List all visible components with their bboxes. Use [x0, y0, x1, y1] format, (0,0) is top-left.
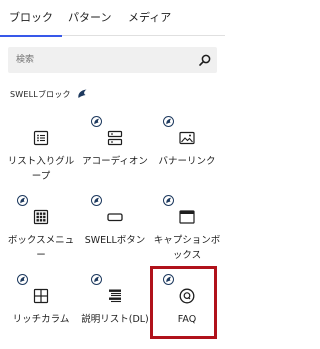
swell-badge-icon	[163, 195, 174, 206]
swell-badge-icon	[91, 116, 102, 127]
block-label: SWELLボタン	[84, 235, 146, 246]
tab-bar: ブロック パターン メディア	[0, 0, 225, 37]
block-swell-button[interactable]: SWELLボタン	[80, 195, 150, 265]
swell-badge-icon	[163, 116, 174, 127]
description-list-icon	[109, 289, 121, 303]
search-icon[interactable]	[198, 53, 212, 67]
columns-icon	[33, 288, 49, 304]
block-label: アコーディオン	[82, 156, 148, 167]
block-label: リッチカラム	[12, 314, 70, 325]
block-label: バナーリンク	[158, 156, 216, 167]
block-box-menu[interactable]: ボックスメニュー	[6, 195, 76, 265]
block-description-list[interactable]: 説明リスト(DL)	[80, 274, 150, 344]
block-rich-column[interactable]: リッチカラム	[6, 274, 76, 344]
button-icon	[107, 213, 123, 222]
window-icon	[179, 210, 195, 224]
block-label: 説明リスト(DL)	[81, 314, 149, 325]
swell-badge-icon	[17, 274, 28, 285]
tab-media[interactable]: メディア	[128, 0, 171, 36]
block-caption-box[interactable]: キャプションボックス	[152, 195, 222, 265]
grid-icon	[33, 209, 49, 225]
list-icon	[33, 130, 49, 146]
swell-badge-icon	[91, 274, 102, 285]
block-label: キャプションボックス	[153, 235, 221, 261]
category-heading: SWELLブロック	[10, 87, 88, 101]
block-label: リスト入りグループ	[7, 156, 75, 182]
tab-blocks[interactable]: ブロック	[0, 0, 62, 37]
swell-logo-icon	[78, 89, 87, 98]
swell-badge-icon	[17, 195, 28, 206]
block-banner-link[interactable]: バナーリンク	[152, 116, 222, 186]
highlight-frame	[150, 266, 217, 339]
image-icon	[179, 131, 195, 145]
search-box[interactable]: 検索	[8, 47, 217, 73]
block-label: ボックスメニュー	[7, 235, 75, 261]
category-label: SWELLブロック	[10, 89, 71, 99]
search-input[interactable]: 検索	[16, 47, 34, 73]
tab-patterns[interactable]: パターン	[68, 0, 111, 36]
swell-badge-icon	[91, 195, 102, 206]
block-accordion[interactable]: アコーディオン	[80, 116, 150, 186]
accordion-icon	[107, 130, 123, 146]
block-list-group[interactable]: リスト入りグループ	[6, 116, 76, 186]
